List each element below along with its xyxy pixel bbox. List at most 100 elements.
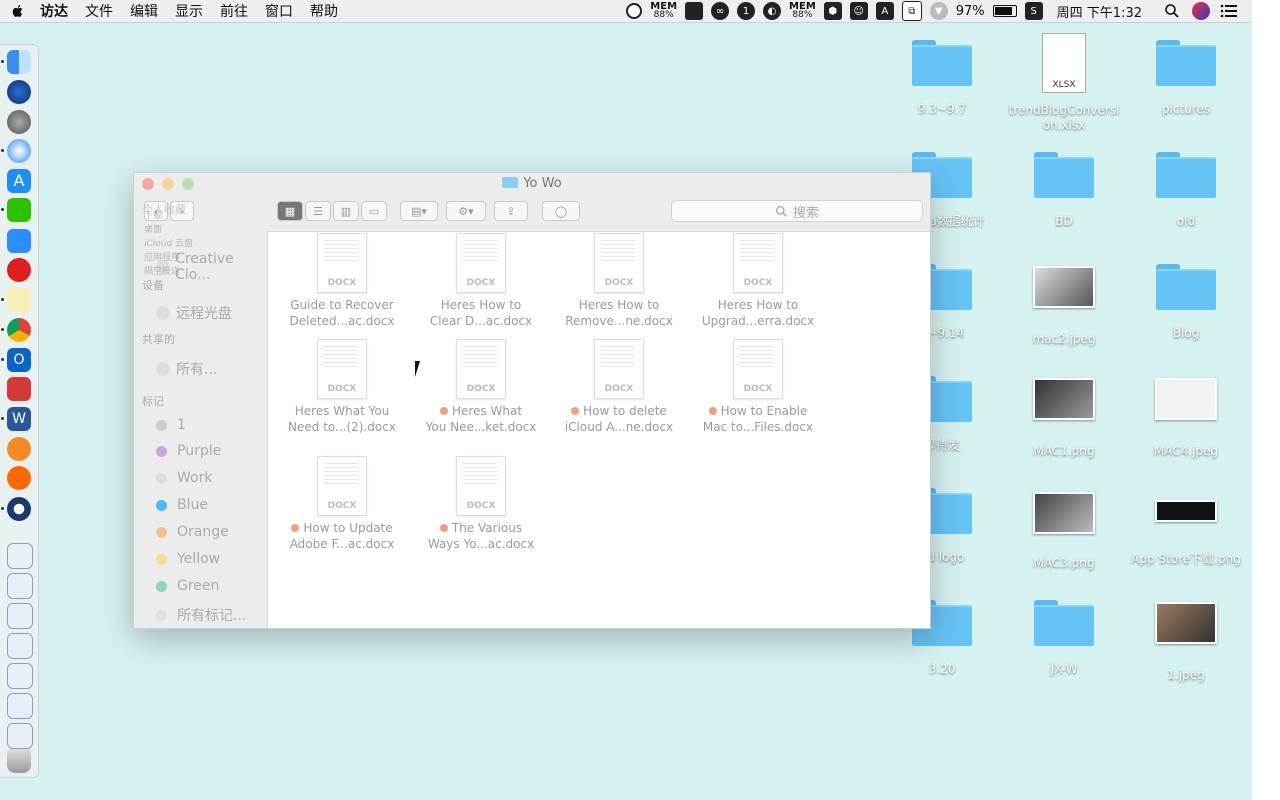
desktop-image[interactable]: App Store下载.png [1126, 500, 1246, 567]
file-item[interactable]: DOCX How to Update Adobe F...ac.docx [277, 456, 407, 552]
folder-icon [1034, 152, 1094, 198]
firefox-like-icon[interactable] [7, 437, 31, 461]
doc-thumb-7-icon[interactable] [7, 723, 33, 749]
battery-icon[interactable] [992, 5, 1017, 17]
sidebar-item-remote-disc[interactable]: 远程光盘 [156, 303, 232, 323]
sidebar-tag-blue[interactable]: Blue [156, 497, 208, 513]
memory-meter-2[interactable]: MEM 88% [789, 2, 816, 20]
gallery-view-button[interactable]: ▭ [361, 201, 387, 221]
word-icon[interactable]: W [7, 407, 31, 431]
sidebar-item-shared-all[interactable]: 所有... [156, 359, 217, 379]
photo-app-icon[interactable] [7, 377, 31, 401]
sidebar-tag-orange[interactable]: Orange [156, 524, 229, 540]
sidebar-tag-all[interactable]: 所有标记... [156, 605, 246, 625]
finder-icon[interactable] [7, 50, 31, 74]
sidebar-tag-purple[interactable]: Purple [156, 443, 221, 459]
istat-icon[interactable]: ◐ [763, 2, 782, 20]
doc-thumb-3-icon[interactable] [7, 603, 33, 629]
avast-icon[interactable] [7, 466, 31, 490]
desktop-folder[interactable]: old [1126, 152, 1246, 229]
menu-go[interactable]: 前往 [220, 1, 248, 21]
desktop-folder[interactable]: 9.3~9.7 [882, 40, 1002, 117]
file-item[interactable]: DOCX Heres How to Upgrad...erra.docx [693, 233, 823, 329]
sogou-input-icon[interactable]: S [1024, 2, 1043, 20]
file-item[interactable]: DOCX Heres What You Need to...(2).docx [277, 339, 407, 435]
window-icon[interactable]: ⧉ [901, 1, 922, 21]
menu-window[interactable]: 窗口 [265, 1, 293, 21]
group-button[interactable]: ▤▾ [400, 201, 438, 221]
sidebar-tag-green[interactable]: Green [156, 578, 219, 594]
desktop-image[interactable]: 1.jpeg [1126, 602, 1246, 683]
quicktime-icon[interactable] [7, 497, 31, 521]
doc-thumb-6-icon[interactable] [7, 693, 33, 719]
file-item[interactable]: DOCX How to Enable Mac to...Files.docx [693, 339, 823, 435]
file-item[interactable]: DOCX Guide to Recover Deleted...ac.docx [277, 233, 407, 329]
desktop-image[interactable]: MAC4.jpeg [1126, 378, 1246, 459]
desktop-folder[interactable]: pictures [1126, 40, 1246, 117]
tag-button[interactable]: ◯ [542, 201, 580, 221]
zoom-icon[interactable] [7, 229, 31, 253]
gear-icon[interactable]: ⚙▾ [446, 201, 486, 221]
share-button[interactable]: ⇪ [494, 201, 528, 221]
creative-cloud-icon[interactable]: ∞ [711, 2, 730, 20]
file-item[interactable]: DOCX How to delete iCloud A...ne.docx [554, 339, 684, 435]
desktop-image[interactable]: mac2.jpeg [1004, 266, 1124, 347]
shield-icon[interactable]: ⬢ [823, 2, 842, 20]
clock[interactable]: 周四 下午1:32 [1057, 2, 1142, 21]
disc-icon [156, 306, 170, 320]
chrome-icon[interactable] [7, 318, 31, 342]
sidebar-tag-work[interactable]: Work [156, 470, 212, 486]
launchpad-rocket-icon[interactable] [7, 110, 31, 134]
menu-file[interactable]: 文件 [85, 1, 113, 21]
icon-view-button[interactable]: ▦ [277, 201, 303, 221]
wechat-icon[interactable] [7, 198, 31, 222]
safari-icon[interactable] [7, 139, 31, 163]
doc-thumb-5-icon[interactable] [7, 663, 33, 689]
netease-music-icon[interactable] [7, 258, 31, 282]
tag-dot [291, 524, 300, 532]
onepassword-icon[interactable]: 1 [737, 2, 756, 20]
file-item[interactable]: DOCX The Various Ways Yo...ac.docx [416, 456, 546, 552]
outlook-icon[interactable]: O [7, 348, 31, 372]
memory-meter-1[interactable]: MEM 88% [650, 2, 677, 20]
file-item[interactable]: DOCX Heres What You Nee...ket.docx [416, 339, 546, 435]
docx-file-icon: DOCX [317, 456, 367, 516]
safari-compass-icon[interactable] [7, 80, 31, 104]
desktop-file-xlsx[interactable]: XLSX trendBlogConversion.xlsx [1004, 33, 1124, 133]
app-store-icon[interactable]: A [7, 169, 31, 193]
desktop-image[interactable]: MAC1.png [1004, 378, 1124, 459]
font-icon[interactable]: A [875, 2, 894, 20]
docx-file-icon: DOCX [594, 339, 644, 399]
menu-help[interactable]: 帮助 [310, 1, 338, 21]
doc-thumb-2-icon[interactable] [7, 573, 33, 599]
notification-center-icon[interactable] [1220, 4, 1238, 18]
search-input[interactable]: 搜索 [671, 200, 923, 222]
list-view-button[interactable]: ☰ [305, 201, 331, 221]
search-icon[interactable] [1164, 3, 1180, 19]
desktop-image[interactable]: MAC3.png [1004, 492, 1124, 571]
record-icon[interactable] [626, 3, 643, 19]
tag-dot [708, 407, 717, 415]
menu-app-finder[interactable]: 访达 [40, 1, 68, 21]
desktop-folder[interactable]: JX-W [1004, 600, 1124, 677]
file-item[interactable]: DOCX Heres How to Clear D...ac.docx [416, 233, 546, 329]
doc-thumb-4-icon[interactable] [7, 633, 33, 659]
wechat-status-icon[interactable]: ☺ [849, 2, 868, 20]
menu-edit[interactable]: 编辑 [130, 1, 158, 21]
trash-icon[interactable] [7, 749, 31, 773]
apple-icon[interactable] [10, 3, 26, 19]
tag-dot [571, 407, 580, 415]
doc-thumb-1-icon[interactable] [7, 543, 33, 569]
desktop-folder[interactable]: Blog [1126, 264, 1246, 341]
siri-icon[interactable] [1192, 2, 1210, 20]
sidebar-tag-1[interactable]: 1 [156, 417, 186, 433]
wifi-icon[interactable]: ▼ [929, 2, 948, 20]
desktop-folder[interactable]: BD [1004, 152, 1124, 229]
sidebar-tag-yellow[interactable]: Yellow [156, 551, 220, 567]
file-item[interactable]: DOCX Heres How to Remove...ne.docx [554, 233, 684, 329]
column-view-button[interactable]: ▥ [333, 201, 359, 221]
menu-view[interactable]: 显示 [175, 1, 203, 21]
battery-percent[interactable]: 97% [956, 4, 985, 19]
notes-icon[interactable] [7, 288, 31, 312]
clipboard-icon[interactable] [685, 2, 704, 20]
